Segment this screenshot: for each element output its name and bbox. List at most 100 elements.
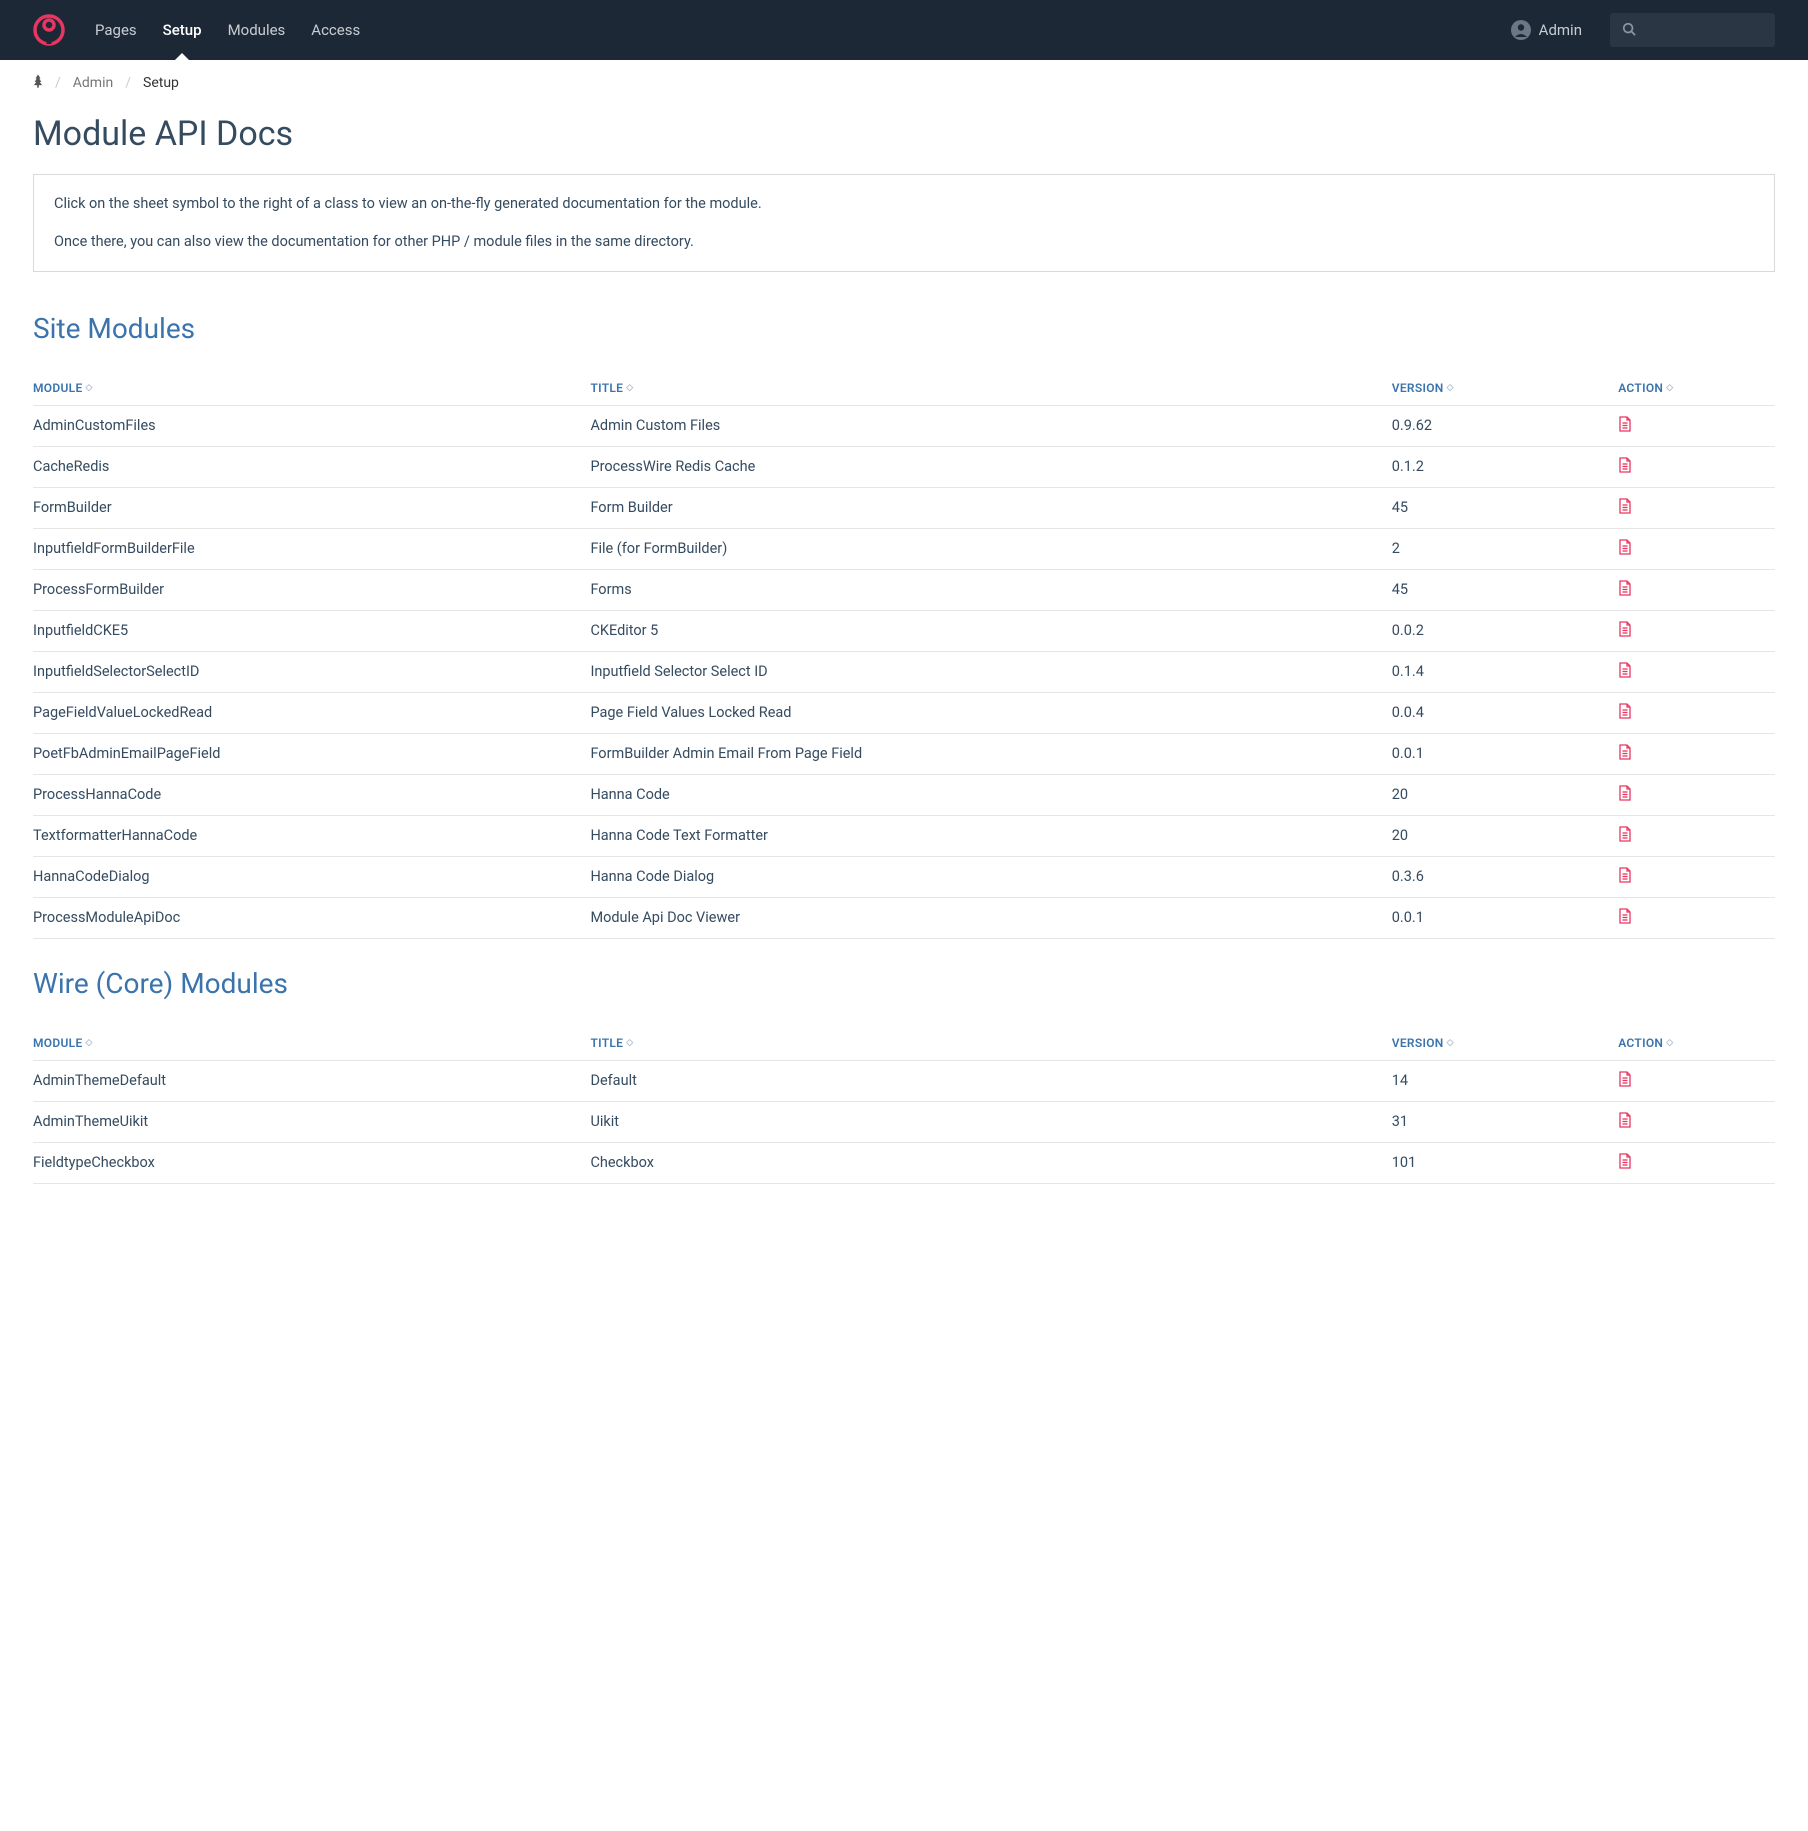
module-table: Module◇Title◇Version◇Action◇ AdminCustomF…	[33, 369, 1775, 939]
cell-action	[1618, 733, 1775, 774]
doc-icon[interactable]	[1618, 867, 1632, 887]
sort-icon: ◇	[626, 383, 633, 393]
cell-title: Hanna Code	[590, 774, 1391, 815]
doc-icon[interactable]	[1618, 744, 1632, 764]
breadcrumb-sep: /	[55, 75, 61, 91]
cell-version: 0.0.1	[1392, 733, 1618, 774]
doc-icon[interactable]	[1618, 662, 1632, 682]
doc-icon[interactable]	[1618, 416, 1632, 436]
cell-action	[1618, 692, 1775, 733]
sort-icon: ◇	[1666, 383, 1673, 393]
section-title: Wire (Core) Modules	[33, 967, 1775, 1000]
table-row: AdminThemeUikitUikit31	[33, 1101, 1775, 1142]
navbar: Pages Setup Modules Access Admin	[0, 0, 1808, 60]
nav-item-setup[interactable]: Setup	[163, 1, 202, 59]
cell-version: 2	[1392, 528, 1618, 569]
info-text-2: Once there, you can also view the docume…	[54, 231, 1754, 253]
cell-module: ProcessHannaCode	[33, 774, 590, 815]
search-box[interactable]	[1610, 13, 1775, 47]
doc-icon[interactable]	[1618, 621, 1632, 641]
cell-title: Module Api Doc Viewer	[590, 897, 1391, 938]
cell-title: Page Field Values Locked Read	[590, 692, 1391, 733]
cell-version: 31	[1392, 1101, 1618, 1142]
cell-version: 20	[1392, 774, 1618, 815]
table-row: ProcessHannaCodeHanna Code20	[33, 774, 1775, 815]
cell-title: Form Builder	[590, 487, 1391, 528]
cell-action	[1618, 774, 1775, 815]
sort-icon: ◇	[1447, 1038, 1454, 1048]
tree-icon[interactable]	[33, 74, 43, 92]
cell-module: TextformatterHannaCode	[33, 815, 590, 856]
cell-module: HannaCodeDialog	[33, 856, 590, 897]
cell-title: Hanna Code Text Formatter	[590, 815, 1391, 856]
cell-action	[1618, 610, 1775, 651]
user-label: Admin	[1539, 21, 1582, 39]
cell-module: PoetFbAdminEmailPageField	[33, 733, 590, 774]
doc-icon[interactable]	[1618, 1071, 1632, 1091]
sort-icon: ◇	[1447, 383, 1454, 393]
doc-icon[interactable]	[1618, 785, 1632, 805]
table-row: FormBuilderForm Builder45	[33, 487, 1775, 528]
cell-version: 45	[1392, 569, 1618, 610]
breadcrumb-sep: /	[125, 75, 131, 91]
doc-icon[interactable]	[1618, 457, 1632, 477]
column-header-module[interactable]: Module◇	[33, 1024, 590, 1061]
cell-version: 0.0.1	[1392, 897, 1618, 938]
doc-icon[interactable]	[1618, 1153, 1632, 1173]
user-icon	[1511, 20, 1531, 40]
doc-icon[interactable]	[1618, 826, 1632, 846]
column-header-version[interactable]: Version◇	[1392, 369, 1618, 406]
sort-icon: ◇	[86, 1038, 93, 1048]
cell-module: AdminCustomFiles	[33, 405, 590, 446]
doc-icon[interactable]	[1618, 703, 1632, 723]
logo[interactable]	[33, 14, 65, 46]
nav-item-pages[interactable]: Pages	[95, 1, 137, 59]
column-header-title[interactable]: Title◇	[590, 1024, 1391, 1061]
cell-module: AdminThemeUikit	[33, 1101, 590, 1142]
cell-title: Admin Custom Files	[590, 405, 1391, 446]
cell-version: 0.1.4	[1392, 651, 1618, 692]
sort-icon: ◇	[1666, 1038, 1673, 1048]
table-row: FieldtypeCheckboxCheckbox101	[33, 1142, 1775, 1183]
cell-title: Inputfield Selector Select ID	[590, 651, 1391, 692]
breadcrumb-admin[interactable]: Admin	[73, 75, 113, 91]
table-row: PoetFbAdminEmailPageFieldFormBuilder Adm…	[33, 733, 1775, 774]
nav-item-access[interactable]: Access	[311, 1, 360, 59]
info-text-1: Click on the sheet symbol to the right o…	[54, 193, 1754, 215]
cell-module: ProcessModuleApiDoc	[33, 897, 590, 938]
table-row: InputfieldSelectorSelectIDInputfield Sel…	[33, 651, 1775, 692]
cell-action	[1618, 569, 1775, 610]
cell-title: Hanna Code Dialog	[590, 856, 1391, 897]
doc-icon[interactable]	[1618, 908, 1632, 928]
cell-action	[1618, 1101, 1775, 1142]
doc-icon[interactable]	[1618, 580, 1632, 600]
cell-action	[1618, 446, 1775, 487]
doc-icon[interactable]	[1618, 1112, 1632, 1132]
table-row: PageFieldValueLockedReadPage Field Value…	[33, 692, 1775, 733]
cell-version: 20	[1392, 815, 1618, 856]
section-title: Site Modules	[33, 312, 1775, 345]
column-header-title[interactable]: Title◇	[590, 369, 1391, 406]
content: / Admin / Setup Module API Docs Click on…	[0, 60, 1808, 1224]
cell-version: 14	[1392, 1060, 1618, 1101]
column-header-version[interactable]: Version◇	[1392, 1024, 1618, 1061]
cell-action	[1618, 1060, 1775, 1101]
column-header-action[interactable]: Action◇	[1618, 369, 1775, 406]
cell-action	[1618, 897, 1775, 938]
breadcrumb-setup[interactable]: Setup	[143, 75, 179, 91]
cell-action	[1618, 528, 1775, 569]
cell-version: 45	[1392, 487, 1618, 528]
doc-icon[interactable]	[1618, 498, 1632, 518]
nav-item-modules[interactable]: Modules	[228, 1, 286, 59]
user-info[interactable]: Admin	[1511, 20, 1582, 40]
search-input[interactable]	[1644, 22, 1763, 38]
column-header-module[interactable]: Module◇	[33, 369, 590, 406]
cell-module: InputfieldFormBuilderFile	[33, 528, 590, 569]
column-header-action[interactable]: Action◇	[1618, 1024, 1775, 1061]
cell-title: Uikit	[590, 1101, 1391, 1142]
table-row: InputfieldCKE5CKEditor 50.0.2	[33, 610, 1775, 651]
cell-title: FormBuilder Admin Email From Page Field	[590, 733, 1391, 774]
cell-title: File (for FormBuilder)	[590, 528, 1391, 569]
cell-version: 0.1.2	[1392, 446, 1618, 487]
doc-icon[interactable]	[1618, 539, 1632, 559]
